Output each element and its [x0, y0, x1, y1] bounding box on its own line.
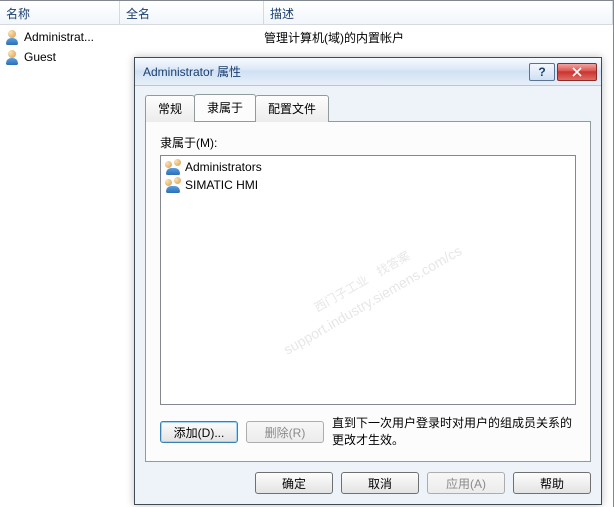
help-button[interactable]: ? [529, 63, 555, 81]
user-name: Administrat... [24, 30, 94, 44]
dialog-title: Administrator 属性 [143, 63, 527, 80]
user-icon [4, 29, 20, 45]
titlebar[interactable]: Administrator 属性 ? [135, 58, 601, 86]
help-dialog-button[interactable]: 帮助 [513, 472, 591, 494]
properties-dialog: Administrator 属性 ? 常规 隶属于 配置文件 西门子工业 找答案… [134, 57, 602, 505]
tab-memberof[interactable]: 隶属于 [194, 94, 256, 121]
group-icon [165, 177, 181, 193]
dialog-buttons: 确定 取消 应用(A) 帮助 [145, 472, 591, 494]
groups-listbox[interactable]: Administrators SIMATIC HMI [160, 155, 576, 405]
group-name: SIMATIC HMI [185, 178, 258, 192]
user-icon [4, 49, 20, 65]
close-button[interactable] [557, 63, 597, 81]
tab-profile[interactable]: 配置文件 [255, 95, 329, 122]
col-desc[interactable]: 描述 [264, 1, 613, 24]
note-text: 直到下一次用户登录时对用户的组成员关系的更改才生效。 [332, 415, 576, 449]
tab-panel-memberof: 西门子工业 找答案 support.industry.siemens.com/c… [145, 121, 591, 462]
list-item[interactable]: SIMATIC HMI [163, 176, 573, 194]
add-button[interactable]: 添加(D)... [160, 421, 238, 443]
tab-general[interactable]: 常规 [145, 95, 195, 122]
cancel-button[interactable]: 取消 [341, 472, 419, 494]
remove-button[interactable]: 删除(R) [246, 421, 324, 443]
col-fullname[interactable]: 全名 [120, 1, 264, 24]
close-icon [572, 67, 582, 77]
ok-button[interactable]: 确定 [255, 472, 333, 494]
group-name: Administrators [185, 160, 262, 174]
memberof-label: 隶属于(M): [160, 134, 576, 151]
list-header: 名称 全名 描述 [0, 1, 613, 25]
user-name: Guest [24, 50, 56, 64]
apply-button[interactable]: 应用(A) [427, 472, 505, 494]
group-icon [165, 159, 181, 175]
list-item[interactable]: Administrators [163, 158, 573, 176]
user-desc: 管理计算机(域)的内置帐户 [264, 29, 609, 46]
tab-strip: 常规 隶属于 配置文件 [145, 94, 591, 121]
col-name[interactable]: 名称 [0, 1, 120, 24]
user-row[interactable]: Administrat... 管理计算机(域)的内置帐户 [0, 27, 613, 47]
